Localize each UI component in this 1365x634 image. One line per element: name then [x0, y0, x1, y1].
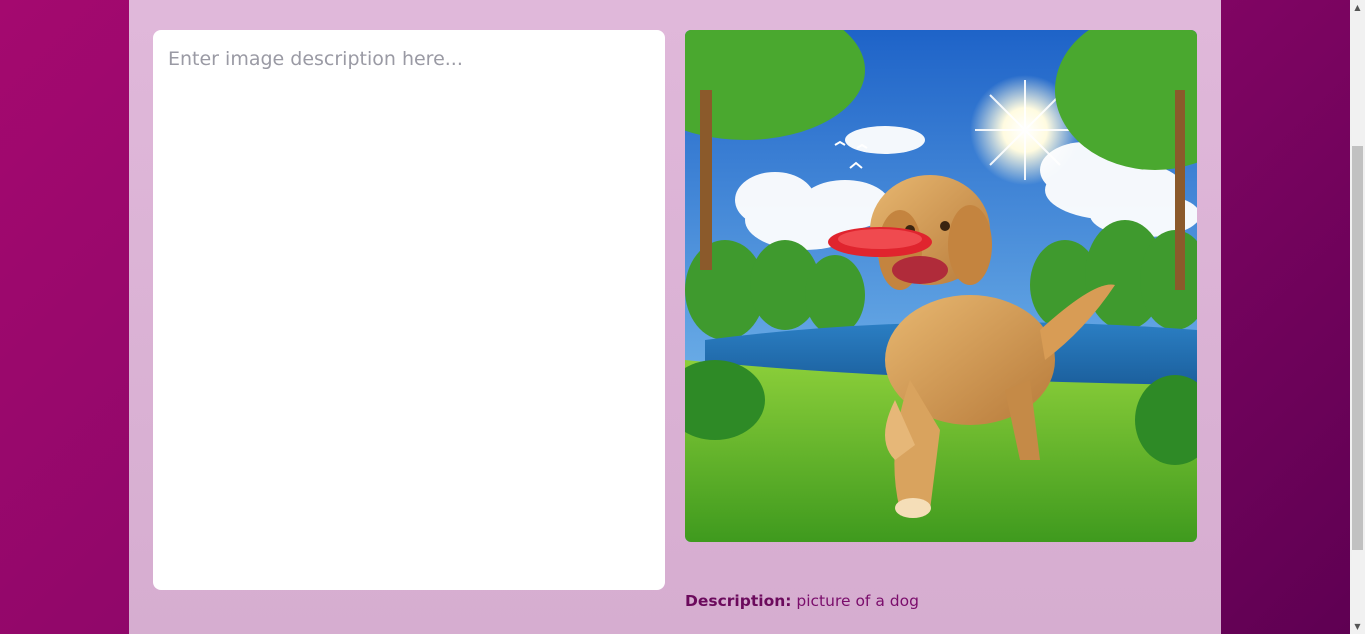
scroll-thumb[interactable]	[1352, 146, 1363, 550]
generated-image	[685, 30, 1197, 542]
description-input-container	[153, 30, 665, 590]
caption-label: Description:	[685, 592, 792, 610]
main-panel: Description: picture of a dog	[129, 0, 1221, 634]
description-input[interactable]	[153, 30, 665, 590]
scroll-down-arrow-icon[interactable]: ▼	[1350, 619, 1365, 634]
caption-value: picture of a dog	[796, 592, 919, 610]
scroll-up-arrow-icon[interactable]: ▲	[1350, 0, 1365, 15]
page-scrollbar[interactable]: ▲ ▼	[1350, 0, 1365, 634]
image-caption: Description: picture of a dog	[685, 592, 919, 610]
